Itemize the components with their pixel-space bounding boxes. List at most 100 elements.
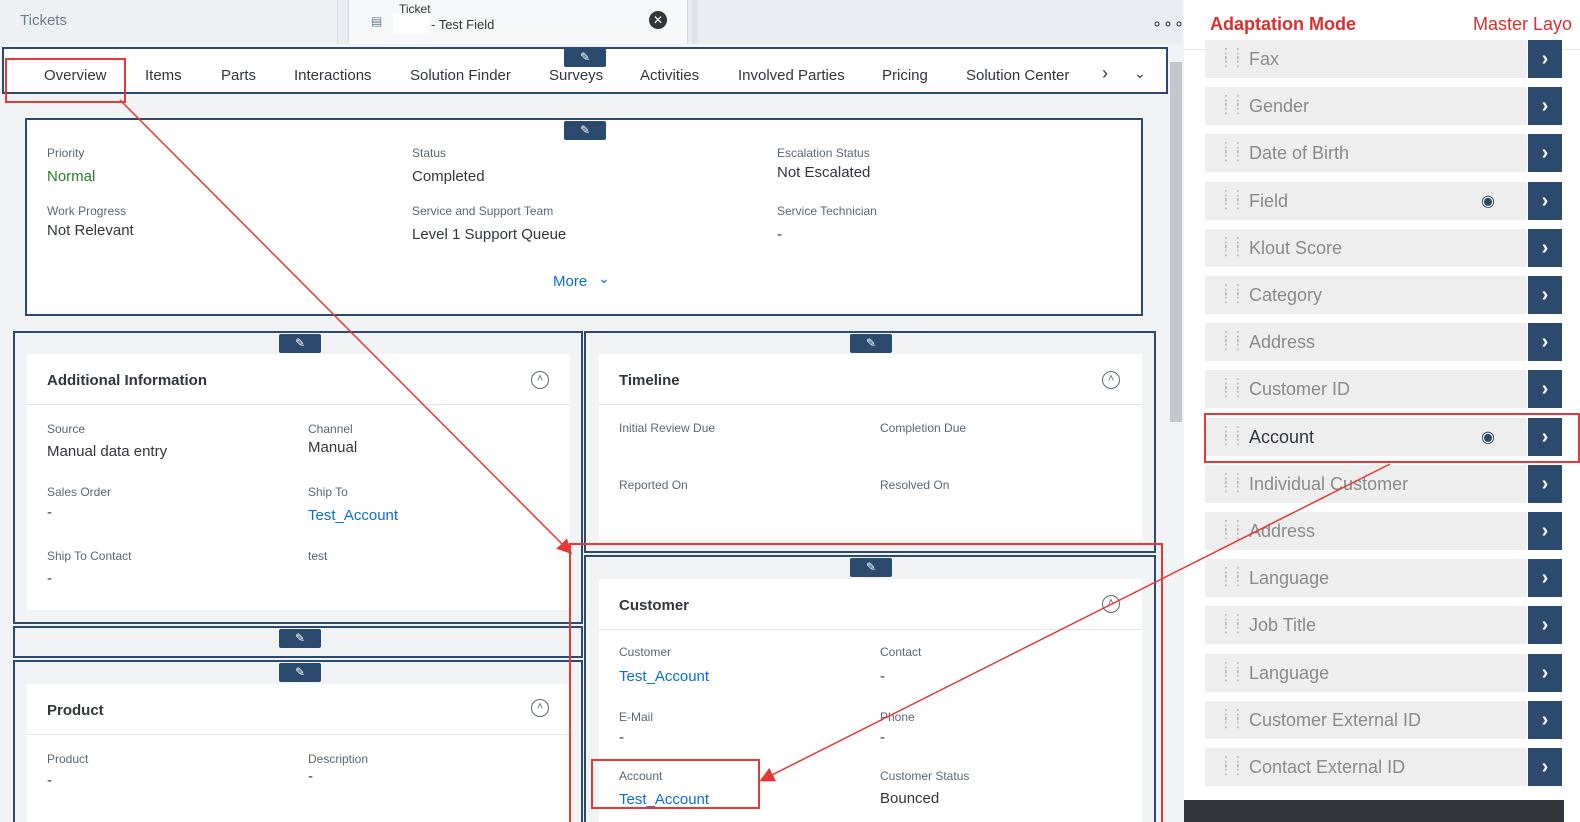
drag-handle-icon[interactable]: ⋮⋮ ⋮⋮ [1219, 612, 1245, 634]
tab-surveys[interactable]: Surveys [549, 67, 603, 84]
field-item[interactable]: ⋮⋮ ⋮⋮ Klout Score [1205, 229, 1527, 267]
drag-handle-icon[interactable]: ⋮⋮ ⋮⋮ [1219, 471, 1245, 493]
drag-handle-icon[interactable]: ⋮⋮ ⋮⋮ [1219, 235, 1245, 257]
timeline-title: Timeline [619, 372, 680, 389]
test-label: test [308, 549, 328, 563]
field-item[interactable]: ⋮⋮ ⋮⋮ Contact External ID [1205, 748, 1527, 786]
more-link[interactable]: More [553, 273, 587, 290]
chevron-right-icon[interactable]: › [1528, 323, 1562, 361]
field-item[interactable]: ⋮⋮ ⋮⋮ Language [1205, 559, 1527, 597]
sales-order-label: Sales Order [47, 485, 112, 499]
chevron-right-icon[interactable]: › [1528, 606, 1562, 644]
additional-card: Additional Information ˄ Source Manual d… [27, 354, 570, 610]
edit-pencil-icon[interactable]: ✎ [279, 663, 321, 682]
collapse-icon[interactable]: ˄ [531, 699, 549, 717]
chevron-right-icon[interactable]: › [1528, 276, 1562, 314]
drag-handle-icon[interactable]: ⋮⋮ ⋮⋮ [1219, 518, 1245, 540]
field-item[interactable]: ⋮⋮ ⋮⋮ Individual Customer [1205, 465, 1527, 503]
chevron-right-icon[interactable]: › [1528, 134, 1562, 172]
field-item[interactable]: ⋮⋮ ⋮⋮ Fax [1205, 40, 1527, 78]
chevron-right-icon[interactable]: › [1528, 654, 1562, 692]
field-item[interactable]: ⋮⋮ ⋮⋮ Address [1205, 512, 1527, 550]
field-item-label: Date of Birth [1249, 143, 1350, 163]
ship-to-value[interactable]: Test_Account [308, 507, 398, 524]
chevron-right-icon[interactable]: › [1528, 512, 1562, 550]
chevron-right-icon[interactable]: › [1528, 701, 1562, 739]
field-item[interactable]: ⋮⋮ ⋮⋮ Field ◉ [1205, 182, 1527, 220]
chevron-right-icon[interactable]: › [1528, 465, 1562, 503]
drag-handle-icon[interactable]: ⋮⋮ ⋮⋮ [1219, 188, 1245, 210]
drag-handle-icon[interactable]: ⋮⋮ ⋮⋮ [1219, 282, 1245, 304]
field-item[interactable]: ⋮⋮ ⋮⋮ Address [1205, 323, 1527, 361]
eye-icon[interactable]: ◉ [1481, 191, 1495, 211]
highlight-overview-tab [5, 58, 126, 103]
field-item-label: Address [1249, 332, 1316, 352]
tab-interactions[interactable]: Interactions [294, 67, 372, 84]
field-item-label: Category [1249, 285, 1323, 305]
tab-items[interactable]: Items [145, 67, 182, 84]
close-icon[interactable]: ✕ [649, 11, 667, 29]
tab-ticket-active[interactable]: ▤ Ticket - Test Field ✕ [348, 0, 688, 44]
tab-solution-center[interactable]: Solution Center [966, 67, 1069, 84]
chevron-right-icon[interactable]: › [1528, 87, 1562, 125]
drag-handle-icon[interactable]: ⋮⋮ ⋮⋮ [1219, 376, 1245, 398]
drag-handle-icon[interactable]: ⋮⋮ ⋮⋮ [1219, 140, 1245, 162]
chevron-right-icon[interactable]: › [1528, 559, 1562, 597]
field-item-label: Field [1249, 191, 1289, 211]
chevron-down-icon[interactable]: ⌄ [1134, 65, 1146, 82]
field-item[interactable]: ⋮⋮ ⋮⋮ Customer External ID [1205, 701, 1527, 739]
edit-pencil-icon[interactable]: ✎ [850, 334, 892, 353]
drag-handle-icon[interactable]: ⋮⋮ ⋮⋮ [1219, 754, 1245, 776]
drag-handle-icon[interactable]: ⋮⋮ ⋮⋮ [1219, 46, 1245, 68]
tab-parts[interactable]: Parts [221, 67, 256, 84]
tab-involved-parties[interactable]: Involved Parties [738, 67, 845, 84]
edit-pencil-icon[interactable]: ✎ [279, 629, 321, 648]
tab-pricing[interactable]: Pricing [882, 67, 928, 84]
drag-handle-icon[interactable]: ⋮⋮ ⋮⋮ [1219, 329, 1245, 351]
panel-footer-bar [1184, 800, 1564, 822]
field-item-label: Individual Customer [1249, 474, 1409, 494]
master-layout-title: Master Layo [1473, 14, 1573, 34]
description-value: - [308, 768, 313, 785]
adaptation-mode-title: Adaptation Mode [1210, 14, 1356, 34]
field-item[interactable]: ⋮⋮ ⋮⋮ Customer ID [1205, 370, 1527, 408]
channel-value: Manual [308, 439, 358, 456]
highlight-account-field [591, 759, 760, 809]
divider [27, 404, 570, 405]
edit-pencil-icon[interactable]: ✎ [564, 48, 606, 67]
field-item[interactable]: ⋮⋮ ⋮⋮ Job Title [1205, 606, 1527, 644]
field-item-label: Language [1249, 663, 1330, 683]
edit-pencil-icon[interactable]: ✎ [279, 334, 321, 353]
reported-on-label: Reported On [619, 478, 688, 492]
drag-handle-icon[interactable]: ⋮⋮ ⋮⋮ [1219, 93, 1245, 115]
drag-handle-icon[interactable]: ⋮⋮ ⋮⋮ [1219, 707, 1245, 729]
tab-title-label: - Test Field [431, 17, 495, 32]
edit-pencil-icon[interactable]: ✎ [564, 121, 606, 140]
chevron-right-icon[interactable]: › [1528, 229, 1562, 267]
tab-solution-finder[interactable]: Solution Finder [410, 67, 511, 84]
field-item[interactable]: ⋮⋮ ⋮⋮ Gender [1205, 87, 1527, 125]
collapse-icon[interactable]: ˄ [1102, 371, 1120, 389]
tab-activities[interactable]: Activities [640, 67, 699, 84]
field-item[interactable]: ⋮⋮ ⋮⋮ Category [1205, 276, 1527, 314]
tab-tickets[interactable]: Tickets [0, 0, 338, 44]
tab-type-label: Ticket [399, 2, 431, 16]
chevron-right-icon[interactable]: › [1528, 748, 1562, 786]
document-icon: ▤ [371, 14, 383, 28]
divider [599, 404, 1142, 405]
highlight-account-item [1204, 413, 1580, 463]
drag-handle-icon[interactable]: ⋮⋮ ⋮⋮ [1219, 565, 1245, 587]
chevron-right-icon[interactable]: › [1528, 182, 1562, 220]
chevron-down-icon[interactable]: ⌄ [598, 270, 610, 287]
header-card: Priority Normal Status Completed Escalat… [27, 120, 1141, 314]
chevron-right-icon[interactable]: › [1528, 370, 1562, 408]
scrollbar-thumb[interactable] [1170, 62, 1182, 422]
drag-handle-icon[interactable]: ⋮⋮ ⋮⋮ [1219, 660, 1245, 682]
collapse-icon[interactable]: ˄ [531, 371, 549, 389]
field-item[interactable]: ⋮⋮ ⋮⋮ Language [1205, 654, 1527, 692]
field-item[interactable]: ⋮⋮ ⋮⋮ Date of Birth [1205, 134, 1527, 172]
more-options-icon[interactable]: ∘∘∘ [1152, 14, 1185, 34]
priority-value: Normal [47, 168, 96, 185]
chevron-right-icon[interactable]: › [1528, 40, 1562, 78]
chevron-right-icon[interactable]: › [1102, 63, 1108, 84]
